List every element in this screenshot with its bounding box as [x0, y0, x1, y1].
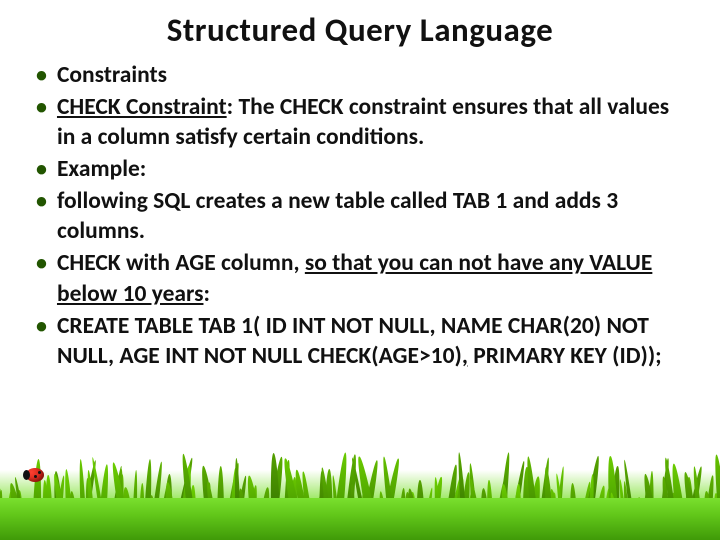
bullet-item: •following SQL creates a new table calle… — [36, 186, 686, 246]
bullet-list: •Constraints•CHECK Constraint: The CHECK… — [36, 60, 690, 371]
bullet-item: •CHECK with AGE column, so that you can … — [36, 248, 686, 308]
ladybug-icon — [26, 468, 44, 482]
bullet-text: CHECK with AGE column, so that you can n… — [57, 248, 686, 308]
bullet-text: Example: — [57, 154, 686, 184]
bullet-item: • Example: — [36, 154, 686, 184]
bullet-dot-icon: • — [36, 154, 47, 184]
bullet-item: • Constraints — [36, 60, 686, 90]
bullet-text: Constraints — [57, 60, 686, 90]
bullet-dot-icon: • — [36, 311, 47, 371]
bullet-dot-icon: • — [36, 186, 47, 246]
bullet-text: CREATE TABLE TAB 1( ID INT NOT NULL, NAM… — [57, 311, 686, 371]
bullet-text: following SQL creates a new table called… — [57, 186, 686, 246]
slide-title: Structured Query Language — [30, 10, 690, 50]
bullet-dot-icon: • — [36, 248, 47, 308]
bullet-item: •CREATE TABLE TAB 1( ID INT NOT NULL, NA… — [36, 311, 686, 371]
bullet-text: CHECK Constraint: The CHECK constraint e… — [57, 92, 686, 152]
bullet-item: •CHECK Constraint: The CHECK constraint … — [36, 92, 686, 152]
bullet-dot-icon: • — [36, 60, 47, 90]
slide: Structured Query Language •Constraints•C… — [0, 0, 720, 540]
bullet-dot-icon: • — [36, 92, 47, 152]
grass-decoration — [0, 440, 720, 540]
